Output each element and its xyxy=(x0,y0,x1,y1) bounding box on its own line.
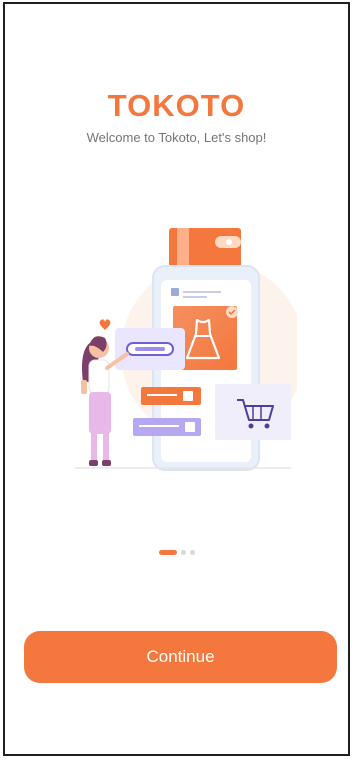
page-dot-2[interactable] xyxy=(181,549,186,555)
wallet-graphic xyxy=(169,228,241,268)
search-bubble xyxy=(115,328,185,370)
message-bubble-lavender xyxy=(133,418,201,436)
shopping-illustration xyxy=(75,228,297,471)
brand-title: TOKOTO xyxy=(107,88,246,123)
continue-button[interactable]: Continue xyxy=(24,631,337,683)
heart-icon xyxy=(99,319,111,330)
page-indicator xyxy=(159,549,195,555)
welcome-tagline: Welcome to Tokoto, Let's shop! xyxy=(86,130,267,145)
cart-card xyxy=(215,384,291,440)
page-dot-1[interactable] xyxy=(159,549,177,555)
page-dot-3[interactable] xyxy=(190,549,195,555)
message-bubble-orange xyxy=(141,387,201,405)
phone-screen: TOKOTO Welcome to Tokoto, Let's shop! Co… xyxy=(3,2,350,756)
